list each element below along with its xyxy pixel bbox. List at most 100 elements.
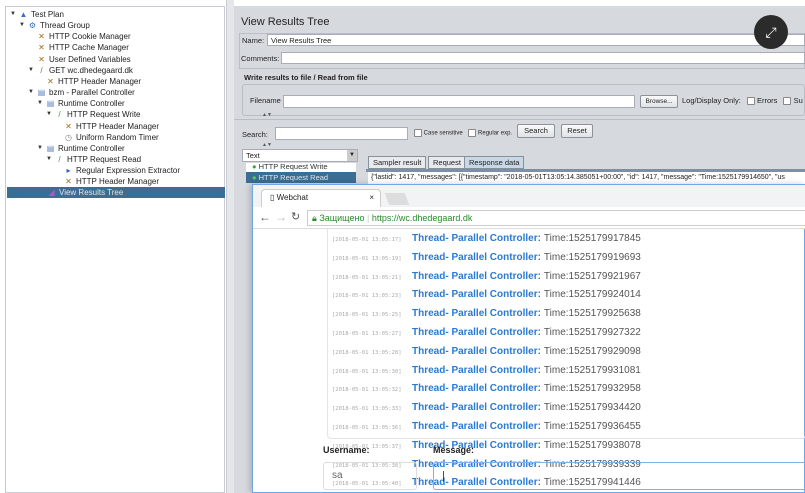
message-text: Time:1525179934420 [543, 402, 641, 414]
search-button[interactable]: Search [517, 124, 555, 138]
expand-toggle-icon[interactable]: ▼ [37, 98, 43, 109]
tree-node[interactable]: ✕ HTTP Header Manager [55, 121, 159, 132]
comments-input[interactable] [281, 52, 805, 64]
username-label: Username: [323, 445, 370, 455]
reset-button[interactable]: Reset [561, 124, 593, 138]
tree-node[interactable]: ▸ Regular Expression Extractor [55, 165, 180, 176]
wrench-icon: ✕ [65, 177, 72, 187]
url-text: https://wc.dhedegaard.dk [371, 213, 473, 223]
pipette-icon: / [58, 154, 61, 164]
tree-node[interactable]: ▼ / HTTP Request Read [46, 154, 141, 165]
chat-log[interactable]: [2018-05-01 13:05:17] Thread- Parallel Co… [327, 229, 805, 488]
tree-node-label: GET wc.dhedegaard.dk [49, 65, 133, 75]
address-bar[interactable]: 🔒︎ Защищено | https://wc.dhedegaard.dk [307, 210, 805, 226]
expand-toggle-icon[interactable]: ▼ [19, 20, 25, 31]
result-item[interactable]: ● HTTP Request Write [246, 163, 356, 172]
comments-label: Comments: [241, 54, 280, 63]
tree-node-label: HTTP Header Manager [58, 76, 141, 86]
tree-node[interactable]: ▼ / HTTP Request Write [46, 109, 141, 120]
tree-node-label: HTTP Cache Manager [49, 43, 129, 53]
write-results-title: Write results to file / Read from file [244, 73, 368, 82]
message-user: Thread- Parallel Controller: [412, 439, 541, 451]
case-sensitive-checkbox[interactable] [414, 129, 422, 137]
expand-toggle-icon[interactable]: ▼ [10, 9, 16, 20]
tree-node[interactable]: ▼ ⚙ Thread Group [19, 20, 90, 31]
tree-node[interactable]: ▼ ▲ Test Plan [10, 9, 64, 20]
forward-icon[interactable]: → [275, 210, 287, 224]
name-input[interactable]: View Results Tree [267, 34, 805, 46]
tree-node-label: bzm - Parallel Controller [49, 88, 135, 98]
new-tab-button[interactable] [384, 193, 410, 205]
expand-toggle-icon[interactable]: ▼ [37, 143, 43, 154]
chat-message: [2018-05-01 13:05:37] Thread- Parallel Co… [332, 440, 641, 454]
close-icon[interactable]: × [369, 190, 374, 206]
tab-title: Webchat [276, 193, 309, 202]
errors-checkbox[interactable] [746, 97, 755, 106]
tree-node[interactable]: ◷ Uniform Random Timer [55, 132, 159, 143]
tree-node[interactable]: ▼ / GET wc.dhedegaard.dk [28, 65, 133, 76]
chat-message: [2018-05-01 13:05:36] Thread- Parallel Co… [332, 421, 641, 435]
expand-toggle-icon[interactable]: ▼ [46, 109, 52, 120]
flask-icon: ▲ [19, 10, 28, 19]
renderer-select[interactable]: Text ▼ [242, 149, 358, 162]
reload-icon[interactable]: ↻ [291, 210, 300, 223]
tree-node[interactable]: ✕ HTTP Header Manager [37, 76, 141, 87]
tree-node[interactable]: ✕ HTTP Cookie Manager [28, 31, 131, 42]
expand-toggle-icon[interactable]: ▼ [28, 65, 34, 76]
tree-node[interactable]: ▼ ▤ bzm - Parallel Controller [28, 87, 135, 98]
message-timestamp: [2018-05-01 13:05:30] [332, 368, 402, 375]
tree-node[interactable]: ▼ ▤ Runtime Controller [37, 143, 125, 154]
successes-checkbox[interactable] [783, 97, 792, 106]
lock-icon: 🔒︎ [312, 213, 317, 223]
message-user: Thread- Parallel Controller: [412, 308, 541, 320]
browse-button[interactable]: Browse... [640, 95, 678, 108]
username-input[interactable]: sa [323, 462, 417, 490]
back-icon[interactable]: ← [259, 210, 271, 224]
tab-request[interactable]: Request [428, 156, 466, 169]
renderer-value: Text [246, 151, 260, 160]
message-timestamp: [2018-05-01 13:05:25] [332, 312, 402, 319]
tree-node[interactable]: ✕ HTTP Cache Manager [28, 42, 129, 53]
regex-checkbox[interactable] [468, 129, 477, 137]
collapse-arrows-icon[interactable]: ▲▼ [262, 112, 272, 118]
tree-node-label: Runtime Controller [58, 143, 125, 153]
tree-node[interactable]: ◢ View Results Tree [7, 187, 225, 199]
message-text: Time:1525179932958 [543, 383, 641, 395]
search-label: Search: [242, 130, 268, 139]
message-text: Time:1525179927322 [543, 327, 641, 338]
message-timestamp: [2018-05-01 13:05:28] [332, 349, 402, 356]
tree-node-label: Runtime Controller [58, 99, 125, 109]
splitter[interactable] [226, 0, 234, 493]
message-input[interactable]: | [433, 462, 805, 490]
message-text: Time:1525179929098 [543, 345, 641, 357]
collapse-arrows-icon[interactable]: ▲▼ [262, 142, 272, 148]
result-item-selected[interactable]: ● HTTP Request Read [246, 172, 356, 183]
tab-sampler-result[interactable]: Sampler result [368, 156, 427, 169]
message-text: Time:1525179919693 [543, 251, 641, 263]
successes-label: Su [793, 96, 803, 105]
test-plan-tree[interactable]: ▼ ▲ Test Plan ▼ ⚙ Thread Group ✕ HTTP Cookie Ma… [5, 6, 225, 493]
expand-toggle-icon[interactable]: ▼ [28, 87, 34, 98]
name-label: Name: [242, 36, 265, 45]
message-user: Thread- Parallel Controller: [412, 402, 541, 414]
tree-node-label: Regular Expression Extractor [76, 166, 181, 176]
filename-input[interactable] [283, 95, 635, 108]
pipette-icon: / [40, 65, 43, 75]
search-input[interactable] [275, 127, 408, 140]
message-label: Message: [433, 445, 475, 455]
tree-node[interactable]: ✕ HTTP Header Manager [55, 176, 159, 187]
browser-tab[interactable]: ▯ Webchat × [261, 189, 381, 207]
message-timestamp: [2018-05-01 13:05:33] [332, 406, 402, 413]
chat-message: [2018-05-01 13:05:17] Thread- Parallel Co… [332, 233, 641, 247]
tree-node[interactable]: ▼ ▤ Runtime Controller [37, 98, 125, 109]
message-timestamp: [2018-05-01 13:05:17] [332, 237, 402, 243]
results-list[interactable]: ● HTTP Request Write ● HTTP Request Read [246, 163, 356, 183]
tree-node[interactable]: ✕ User Defined Variables [28, 54, 131, 65]
errors-label: Errors [756, 96, 778, 105]
expand-toggle-icon[interactable]: ▼ [46, 154, 52, 165]
expand-icon[interactable]: ⤢ [754, 15, 788, 49]
tab-response-data[interactable]: Response data [464, 156, 525, 169]
tree-node-label: HTTP Header Manager [76, 121, 159, 131]
filename-label: Filename [250, 96, 281, 105]
chart-icon: ◢ [48, 188, 55, 198]
